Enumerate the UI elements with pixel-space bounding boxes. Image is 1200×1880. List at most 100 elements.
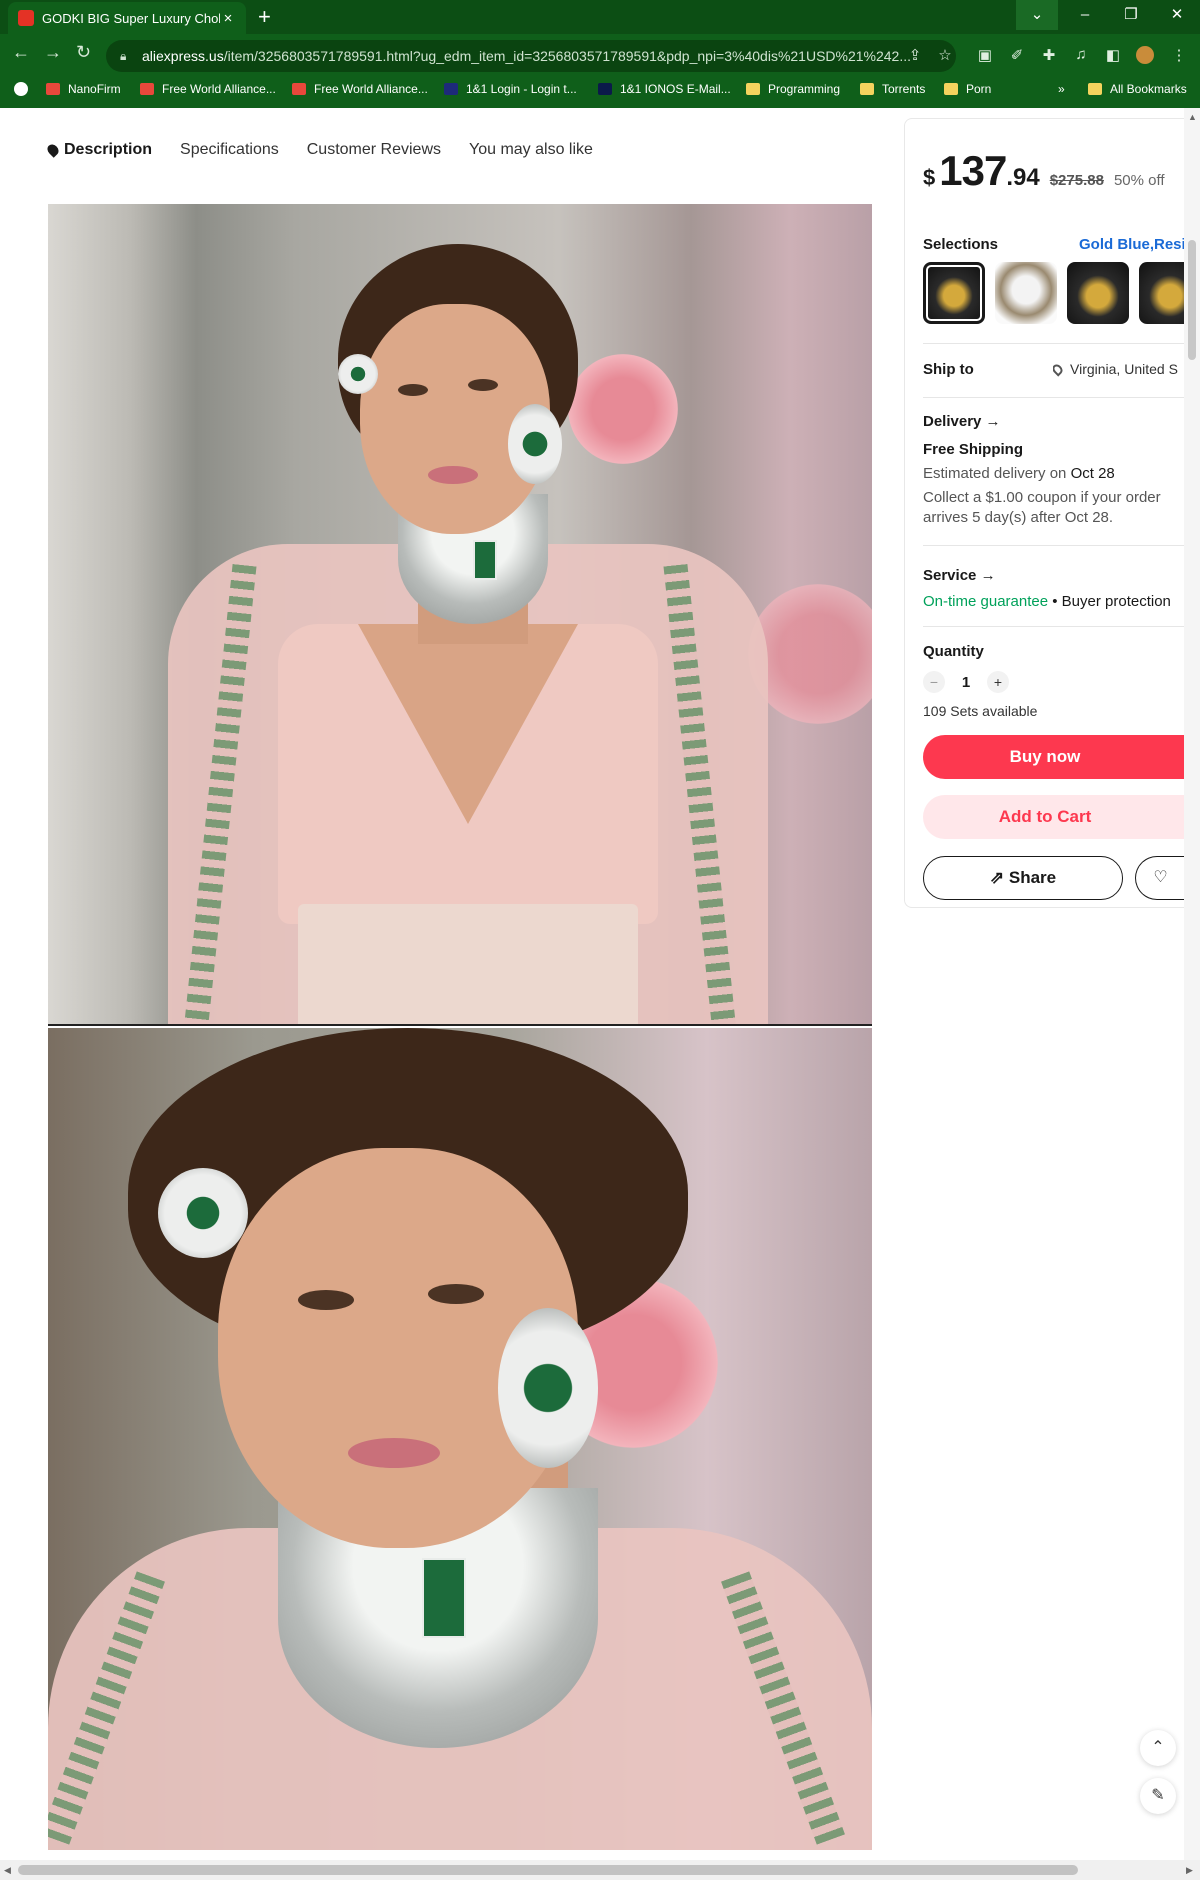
ship-to-selector[interactable]: Virginia, United S: [1053, 361, 1185, 377]
heart-icon: ♡: [1153, 869, 1168, 886]
vertical-scroll-thumb[interactable]: [1188, 240, 1196, 360]
browser-toolbar: ← → ↻ 🔒︎ aliexpress.us/item/325680357178…: [0, 38, 1200, 72]
tab-customer-reviews[interactable]: Customer Reviews: [307, 141, 441, 159]
profile-avatar[interactable]: [1136, 46, 1154, 64]
bookmark-google[interactable]: [14, 82, 36, 96]
bookmark-item[interactable]: Free World Alliance...: [292, 82, 428, 96]
back-icon[interactable]: ←: [12, 42, 30, 63]
lips: [348, 1438, 440, 1468]
bookmark-label: Porn: [966, 82, 992, 96]
bookmark-favicon-icon: [598, 83, 612, 95]
bookmark-label: Programming: [768, 82, 841, 96]
bookmark-folder[interactable]: Programming: [746, 82, 840, 96]
browser-frame: GODKI BIG Super Luxury Choker × + ⌄ – ❐ …: [0, 0, 1200, 108]
bookmark-favicon-icon: [140, 83, 154, 95]
back-to-top-button[interactable]: ⌃: [1140, 1730, 1176, 1766]
bookmark-item[interactable]: 1&1 IONOS E-Mail...: [598, 82, 731, 96]
price-currency: $: [923, 165, 936, 190]
minimize-icon[interactable]: –: [1062, 0, 1108, 30]
add-to-cart-button[interactable]: Add to Cart: [923, 795, 1185, 839]
scroll-left-arrow-icon[interactable]: ◀: [4, 1865, 11, 1876]
quantity-increase-button[interactable]: +: [987, 671, 1009, 693]
ship-to-label: Ship to: [923, 361, 974, 378]
share-page-icon[interactable]: ⇪: [906, 46, 924, 64]
buy-now-button[interactable]: Buy now: [923, 735, 1185, 779]
tab-you-may-also-like[interactable]: You may also like: [469, 141, 593, 159]
tab-strip: GODKI BIG Super Luxury Choker × + ⌄ – ❐ …: [0, 0, 1200, 34]
puzzle-icon[interactable]: ✚: [1040, 46, 1058, 64]
lips: [428, 466, 478, 484]
all-bookmarks[interactable]: All Bookmarks: [1088, 82, 1187, 96]
feedback-button[interactable]: ✎: [1140, 1778, 1176, 1814]
address-bar[interactable]: 🔒︎ aliexpress.us/item/3256803571789591.h…: [106, 40, 956, 72]
variant-thumb-gold-blue[interactable]: [923, 262, 985, 324]
choker-emerald: [473, 540, 497, 580]
bookmark-item[interactable]: NanoFirm: [46, 82, 121, 96]
bookmark-item[interactable]: 1&1 Login - Login t...: [444, 82, 577, 96]
coupon-line-2: arrives 5 day(s) after Oct 28.: [923, 509, 1114, 526]
left-eye: [298, 1290, 354, 1310]
variant-thumb[interactable]: [1067, 262, 1129, 324]
bookmark-favicon-icon: [46, 83, 60, 95]
share-label: Share: [1008, 868, 1057, 887]
lock-icon[interactable]: 🔒︎: [120, 40, 126, 72]
location-icon: [1053, 361, 1065, 377]
pen-extension-icon[interactable]: ✐: [1008, 46, 1026, 64]
product-photo-model-closeup: [48, 1028, 872, 1850]
quantity-stepper: − 1 +: [923, 671, 1009, 693]
folder-icon: [1088, 83, 1102, 95]
quantity-decrease-button[interactable]: −: [923, 671, 945, 693]
bookmark-item[interactable]: Free World Alliance...: [140, 82, 276, 96]
bookmark-folder[interactable]: Torrents: [860, 82, 925, 96]
lehenga-skirt: [298, 904, 638, 1024]
vertical-scrollbar[interactable]: ▲: [1184, 108, 1200, 1860]
service-link[interactable]: Service →: [923, 567, 996, 584]
tab-title: GODKI BIG Super Luxury Choker: [42, 10, 220, 26]
bookmarks-bar: NanoFirm Free World Alliance... Free Wor…: [0, 76, 1200, 104]
side-panel-icon[interactable]: ◧: [1104, 46, 1122, 64]
delivery-label: Delivery: [923, 413, 982, 430]
chevron-up-icon: ⌃: [1151, 1739, 1165, 1756]
tab-label: Description: [64, 141, 153, 158]
bookmark-star-icon[interactable]: ☆: [936, 46, 954, 64]
tab-specifications[interactable]: Specifications: [180, 141, 279, 159]
tab-close-icon[interactable]: ×: [220, 10, 236, 27]
tab-description[interactable]: Description: [45, 141, 153, 159]
horizontal-scroll-thumb[interactable]: [18, 1865, 1078, 1875]
close-window-icon[interactable]: ✕: [1154, 0, 1200, 30]
emerald-earring: [498, 1308, 598, 1468]
media-icon[interactable]: ♫: [1072, 46, 1090, 64]
menu-icon[interactable]: ⋮: [1170, 46, 1188, 64]
reload-icon[interactable]: ↻: [76, 42, 91, 63]
bookmark-label: NanoFirm: [68, 82, 121, 96]
folder-icon: [746, 83, 760, 95]
maang-tikka: [158, 1168, 248, 1258]
new-tab-button[interactable]: +: [258, 4, 271, 30]
service-details: On-time guarantee • Buyer protection: [923, 593, 1171, 610]
extension-icon[interactable]: ▣: [976, 46, 994, 64]
choker-emerald: [422, 1558, 466, 1638]
restore-icon[interactable]: ❐: [1108, 0, 1154, 30]
variant-thumb[interactable]: [995, 262, 1057, 324]
scroll-right-arrow-icon[interactable]: ▶: [1186, 1865, 1193, 1876]
bookmark-label: 1&1 IONOS E-Mail...: [620, 82, 731, 96]
horizontal-scrollbar[interactable]: ◀ ▶: [0, 1860, 1200, 1880]
discount-badge: 50% off: [1113, 172, 1165, 189]
delivery-link[interactable]: Delivery →: [923, 413, 1001, 430]
share-button[interactable]: ⇗ Share: [923, 856, 1123, 900]
maang-tikka: [338, 354, 378, 394]
tab-search-icon[interactable]: ⌄: [1016, 0, 1058, 30]
quantity-value[interactable]: 1: [945, 674, 987, 691]
service-label: Service: [923, 567, 977, 584]
variant-thumbnails: [923, 262, 1200, 324]
scroll-up-arrow-icon[interactable]: ▲: [1188, 112, 1197, 122]
bookmark-favicon-icon: [292, 83, 306, 95]
browser-tab[interactable]: GODKI BIG Super Luxury Choker ×: [8, 2, 246, 34]
divider: [923, 397, 1185, 398]
purchase-panel: $ 137 .94 $275.88 50% off Selections Gol…: [904, 118, 1200, 908]
bookmark-folder[interactable]: Porn: [944, 82, 991, 96]
wishlist-button[interactable]: ♡: [1135, 856, 1185, 900]
bookmarks-overflow[interactable]: »: [1058, 82, 1065, 96]
folder-icon: [860, 83, 874, 95]
forward-icon[interactable]: →: [44, 42, 62, 63]
